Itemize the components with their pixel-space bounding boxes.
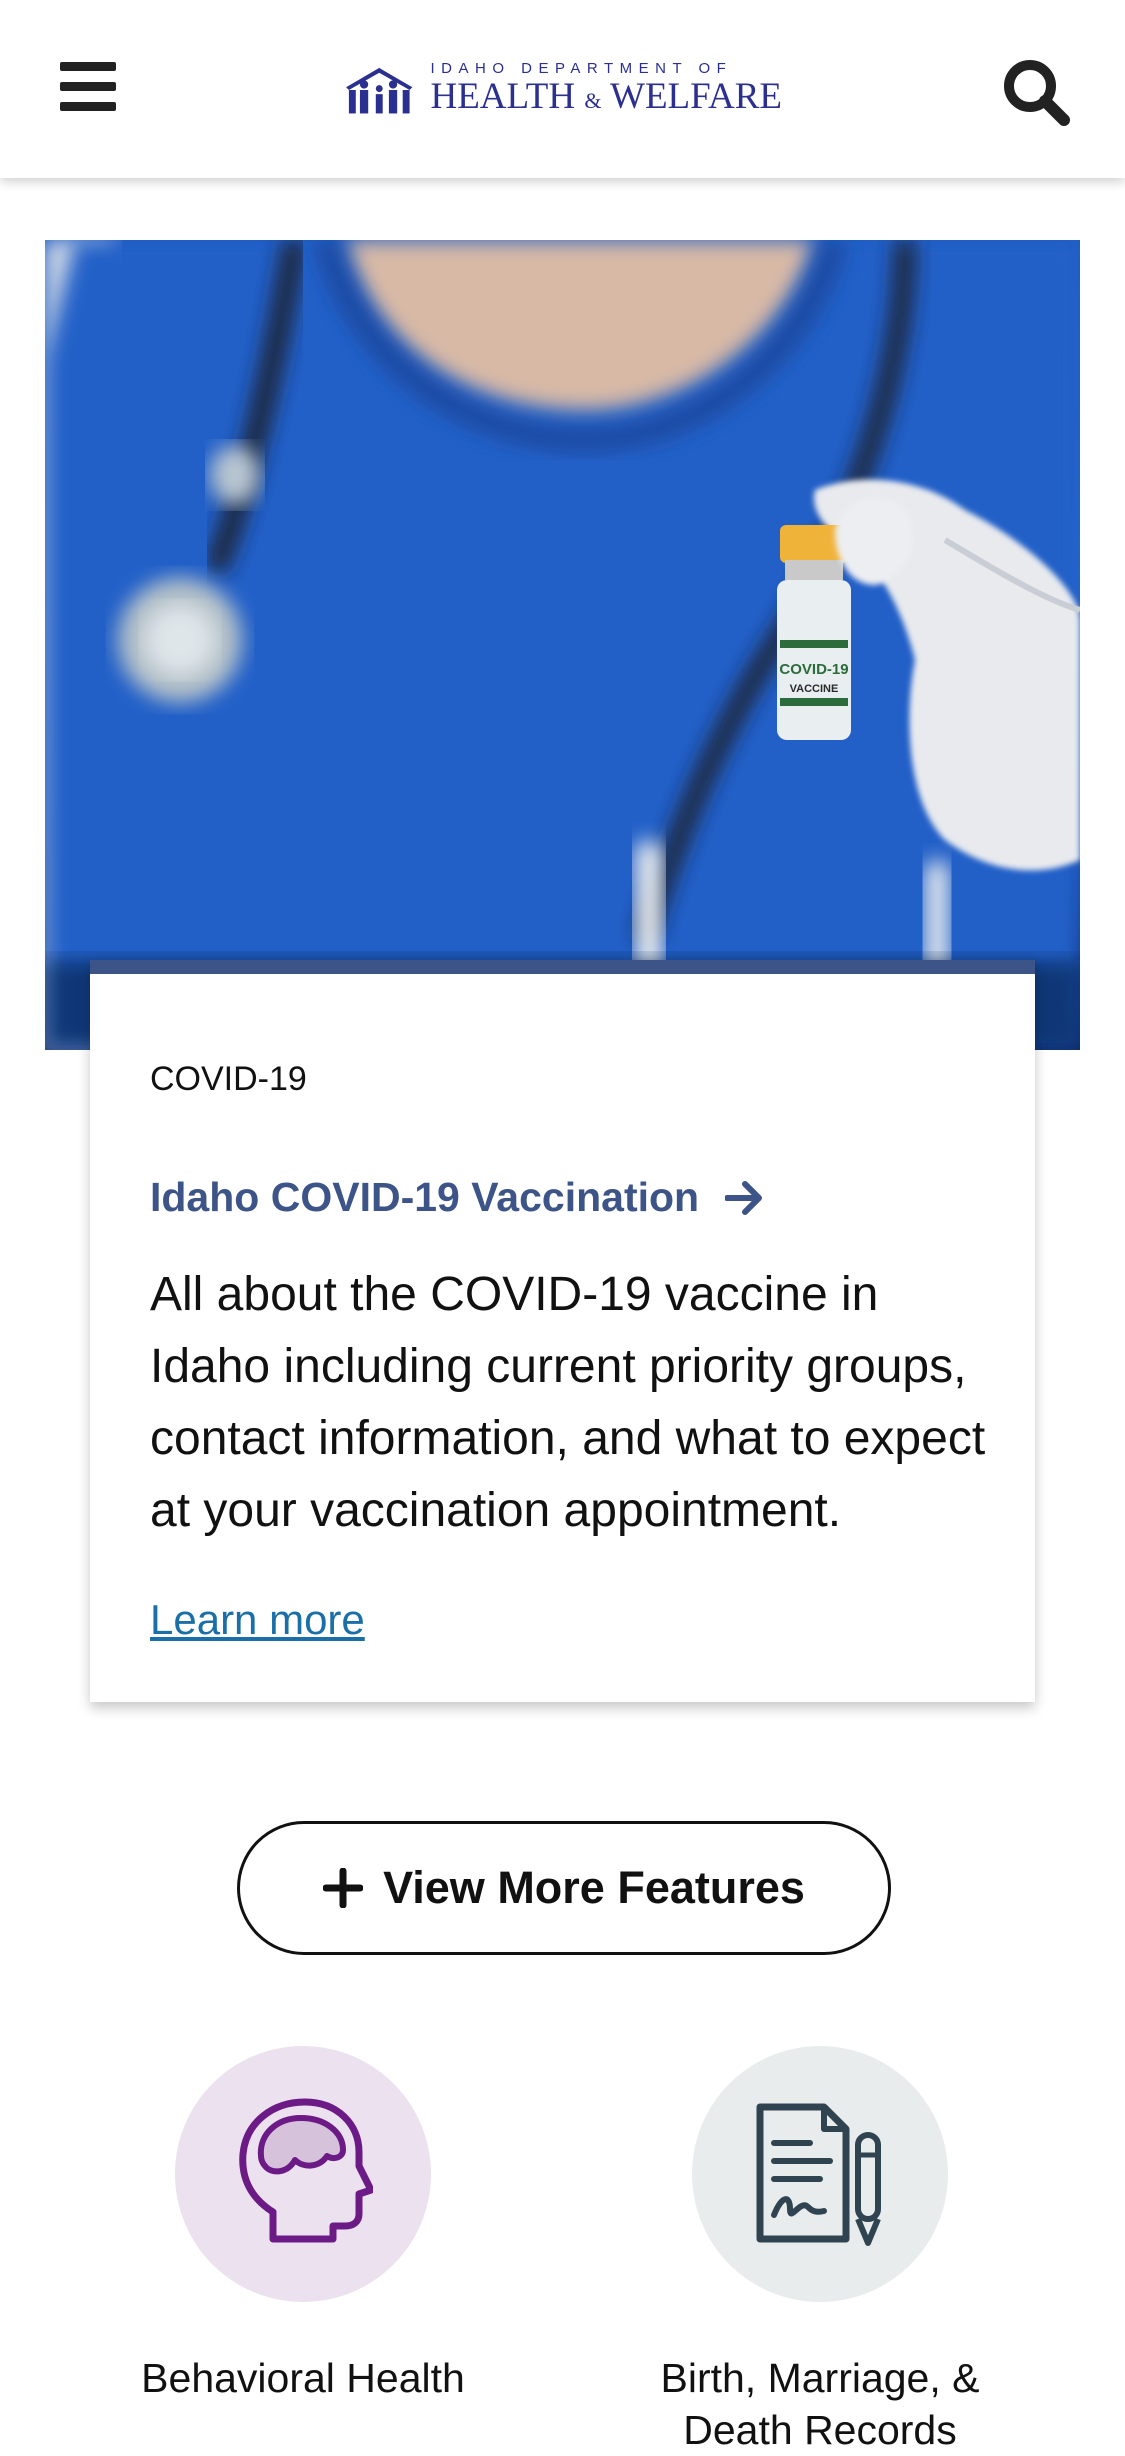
card-title-link[interactable]: Idaho COVID-19 Vaccination xyxy=(150,1174,765,1221)
menu-button[interactable] xyxy=(60,62,116,112)
site-header: IDAHO DEPARTMENT OF HEALTH & WELFARE xyxy=(0,0,1125,178)
vial-label: COVID-19 xyxy=(779,661,848,678)
plus-icon xyxy=(323,1868,364,1908)
feature-card: COVID-19 Idaho COVID-19 Vaccination All … xyxy=(90,960,1035,1702)
card-title-text: Idaho COVID-19 Vaccination xyxy=(150,1174,700,1220)
view-more-features-button[interactable]: View More Features xyxy=(237,1821,891,1955)
vial-sublabel: VACCINE xyxy=(790,683,839,695)
logo-ampersand: & xyxy=(584,88,602,113)
tile-behavioral-health[interactable]: Behavioral Health xyxy=(93,2046,513,2404)
document-pen-icon xyxy=(756,2103,881,2246)
logo-word-welfare: WELFARE xyxy=(610,76,782,117)
arrow-right-icon xyxy=(725,1180,763,1215)
tile-icon-circle xyxy=(175,2046,431,2302)
search-button[interactable] xyxy=(1000,56,1072,128)
hamburger-line xyxy=(60,82,116,91)
head-brain-icon xyxy=(239,2098,373,2243)
logo-line-agency: HEALTH & WELFARE xyxy=(430,78,782,120)
site-logo[interactable]: IDAHO DEPARTMENT OF HEALTH & WELFARE xyxy=(342,52,782,128)
logo-text: IDAHO DEPARTMENT OF HEALTH & WELFARE xyxy=(430,60,782,120)
view-more-features-label: View More Features xyxy=(383,1862,805,1913)
tile-birth-marriage-death-records[interactable]: Birth, Marriage, & Death Records xyxy=(610,2046,1030,2456)
hamburger-line xyxy=(60,102,116,111)
hamburger-menu-icon xyxy=(60,62,116,71)
learn-more-link[interactable]: Learn more xyxy=(150,1596,365,1644)
tile-label: Behavioral Health xyxy=(141,2355,465,2401)
tile-label: Birth, Marriage, & Death Records xyxy=(660,2355,980,2453)
family-logo-icon xyxy=(346,67,413,114)
logo-word-health: HEALTH xyxy=(430,76,576,117)
vaccine-photo: COVID-19 VACCINE xyxy=(45,240,1080,1050)
search-icon xyxy=(1004,60,1070,126)
card-description: All about the COVID-19 vaccine in Idaho … xyxy=(150,1268,986,1537)
tile-icon-circle xyxy=(692,2046,948,2302)
hero-image: COVID-19 VACCINE xyxy=(45,240,1080,1050)
card-category: COVID-19 xyxy=(150,1060,307,1098)
